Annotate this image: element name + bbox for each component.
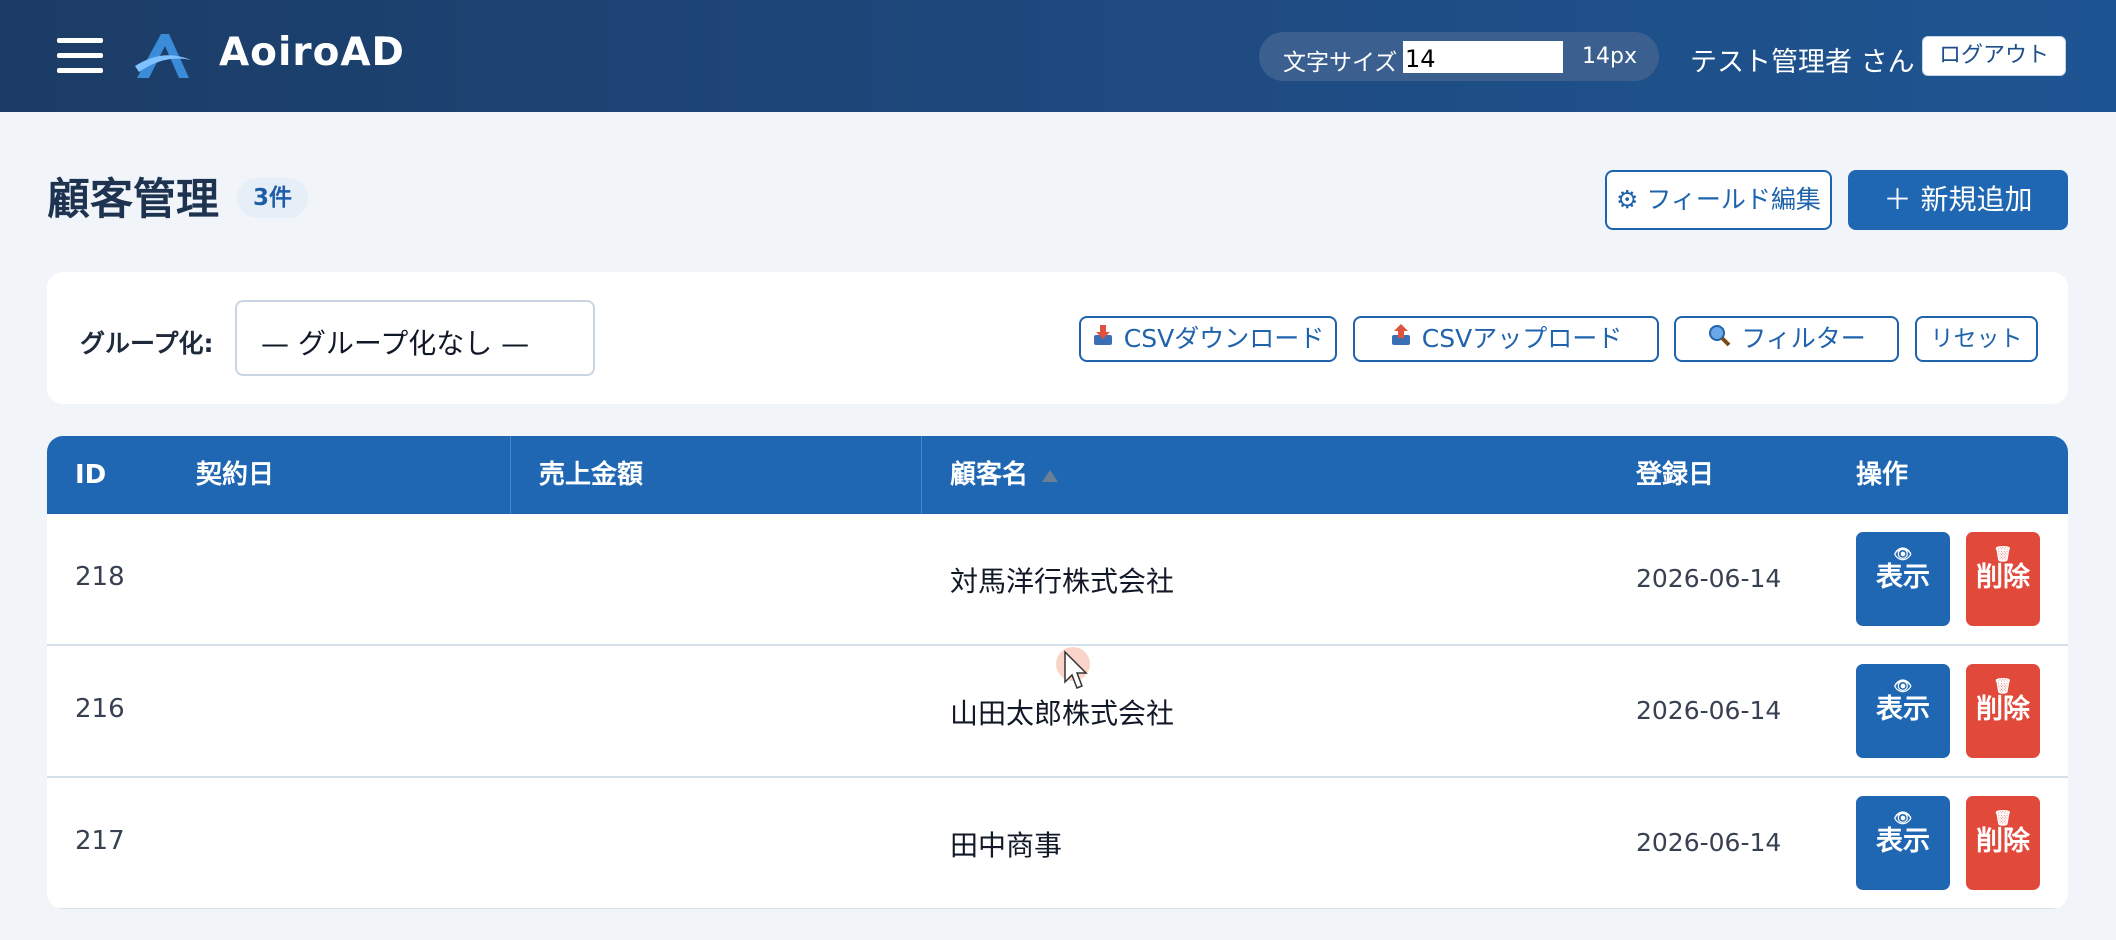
brand-name: AoiroAD [219, 30, 405, 75]
plus-icon: ＋ [1883, 183, 1912, 216]
cell-id: 216 [75, 694, 125, 724]
column-divider[interactable] [921, 436, 922, 514]
col-id[interactable]: ID [75, 436, 106, 514]
font-size-input[interactable] [1403, 41, 1563, 73]
top-bar: AoiroAD 文字サイズ 14px テスト管理者 さん ログアウト [0, 0, 2116, 112]
cell-id: 217 [75, 826, 125, 856]
cell-registered: 2026-06-14 [1636, 564, 1782, 593]
field-edit-label: フィールド編集 [1646, 185, 1821, 214]
table-row[interactable]: 217 田中商事 2026-06-14 👁 表示 🗑 削除 [47, 778, 2068, 909]
field-edit-button[interactable]: ⚙ フィールド編集 [1605, 170, 1832, 230]
cell-registered: 2026-06-14 [1636, 828, 1782, 857]
toolbar-card: グループ化: — グループ化なし — CSVダウンロード CSVアップロード フ… [47, 272, 2068, 404]
csv-upload-label: CSVアップロード [1421, 324, 1623, 353]
delete-button[interactable]: 🗑 削除 [1966, 532, 2040, 626]
col-actions: 操作 [1856, 460, 1909, 490]
column-divider[interactable] [510, 436, 511, 514]
trash-icon: 🗑 [1993, 545, 2013, 563]
eye-icon: 👁 [1893, 677, 1913, 695]
gear-icon: ⚙ [1616, 185, 1639, 214]
font-size-label: 文字サイズ [1283, 50, 1398, 76]
delete-button[interactable]: 🗑 削除 [1966, 664, 2040, 758]
csv-upload-button[interactable]: CSVアップロード [1353, 316, 1659, 362]
group-select[interactable]: — グループ化なし — [235, 300, 595, 376]
reset-button[interactable]: リセット [1915, 316, 2038, 362]
table-row[interactable]: 218 対馬洋行株式会社 2026-06-14 👁 表示 🗑 削除 [47, 514, 2068, 646]
table-header: ID 契約日 売上金額 顧客名 登録日 操作 [47, 436, 2068, 514]
cell-customer-name: 山田太郎株式会社 [950, 697, 1175, 730]
logout-button[interactable]: ログアウト [1922, 36, 2066, 76]
col-sales[interactable]: 売上金額 [539, 436, 643, 514]
view-button[interactable]: 👁 表示 [1856, 664, 1950, 758]
view-button[interactable]: 👁 表示 [1856, 796, 1950, 890]
add-new-button[interactable]: ＋ 新規追加 [1848, 170, 2068, 230]
logo-icon [135, 34, 191, 78]
col-registered[interactable]: 登録日 [1636, 436, 1714, 514]
col-contract-date[interactable]: 契約日 [196, 436, 274, 514]
pointer-cursor-icon [1056, 647, 1090, 689]
count-badge: 3件 [237, 178, 309, 218]
delete-button[interactable]: 🗑 削除 [1966, 796, 2040, 890]
cell-customer-name: 対馬洋行株式会社 [950, 565, 1175, 598]
col-customer-name-label: 顧客名 [950, 460, 1029, 490]
col-customer-name[interactable]: 顧客名 [950, 436, 1059, 514]
cell-id: 218 [75, 562, 125, 592]
cell-customer-name: 田中商事 [950, 829, 1063, 862]
page-title: 顧客管理 [47, 175, 219, 225]
filter-label: フィルター [1741, 324, 1866, 353]
font-size-control: 文字サイズ 14px [1259, 32, 1659, 81]
eye-icon: 👁 [1893, 809, 1913, 827]
add-new-label: 新規追加 [1920, 183, 2033, 216]
filter-button[interactable]: フィルター [1674, 316, 1899, 362]
group-label: グループ化: [80, 329, 214, 358]
search-icon [1707, 318, 1731, 360]
download-icon [1092, 318, 1114, 360]
trash-icon: 🗑 [1993, 677, 2013, 695]
csv-download-label: CSVダウンロード [1123, 324, 1325, 353]
view-button[interactable]: 👁 表示 [1856, 532, 1950, 626]
user-name: テスト管理者 さん [1690, 47, 1915, 78]
menu-icon[interactable] [57, 38, 103, 74]
eye-icon: 👁 [1893, 545, 1913, 563]
upload-icon [1390, 318, 1412, 360]
csv-download-button[interactable]: CSVダウンロード [1079, 316, 1337, 362]
font-size-unit: 14px [1582, 44, 1637, 69]
cell-registered: 2026-06-14 [1636, 696, 1782, 725]
sort-asc-icon [1042, 469, 1059, 482]
trash-icon: 🗑 [1993, 809, 2013, 827]
